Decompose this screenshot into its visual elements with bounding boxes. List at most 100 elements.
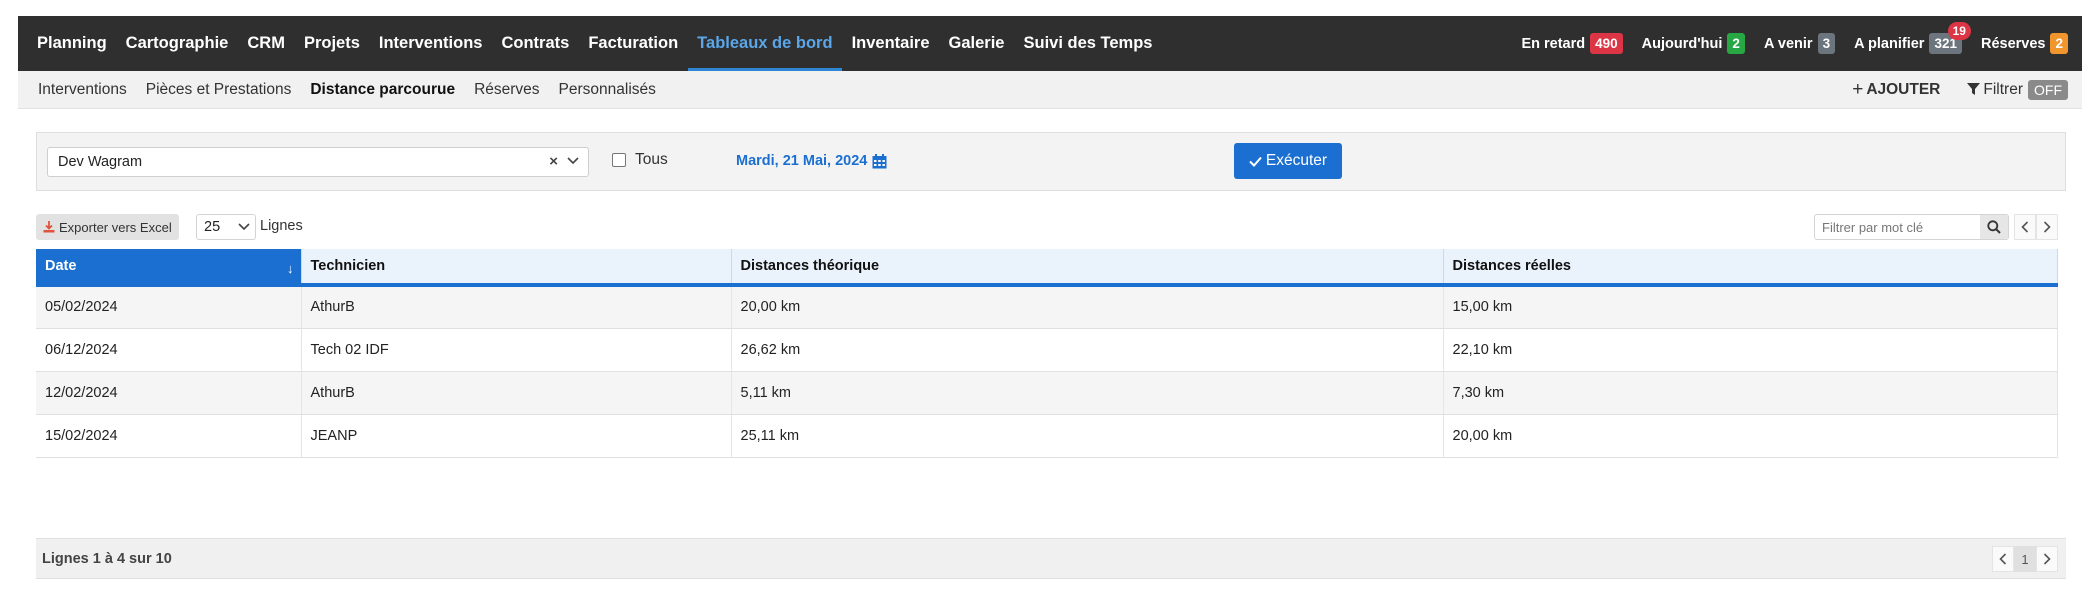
count-badge: 2 <box>1727 33 1745 54</box>
agency-value: Dev Wagram <box>58 154 143 170</box>
page-number-button[interactable]: 1 <box>2014 546 2036 572</box>
prev-page-button[interactable] <box>1992 546 2014 572</box>
nav-item-suivi-des-temps[interactable]: Suivi des Temps <box>1014 16 1162 71</box>
chevron-left-icon <box>1999 553 2007 565</box>
main-navbar: Planning Cartographie CRM Projets Interv… <box>18 16 2082 71</box>
nav-item-inventaire[interactable]: Inventaire <box>842 16 939 71</box>
filter-toggle[interactable]: Filtrer OFF <box>1967 79 2068 100</box>
execute-button[interactable]: Exécuter <box>1234 143 1342 179</box>
subnav-item-distance-parcourue[interactable]: Distance parcourue <box>301 81 465 99</box>
plus-icon: + <box>1852 78 1864 100</box>
cell-technicien: AthurB <box>301 285 732 329</box>
all-checkbox[interactable] <box>612 153 626 167</box>
table-row[interactable]: 05/02/2024 AthurB 20,00 km 15,00 km <box>36 285 2058 329</box>
column-header-date[interactable]: Date ↓ <box>36 249 302 287</box>
nav-item-cartographie[interactable]: Cartographie <box>116 16 238 71</box>
nav-item-tableaux-de-bord[interactable]: Tableaux de bord <box>687 16 843 71</box>
next-page-button[interactable] <box>2036 214 2058 240</box>
cell-distance-theorique: 5,11 km <box>731 371 1444 415</box>
chevron-down-icon <box>567 157 579 165</box>
stat-label: En retard <box>1521 35 1586 52</box>
add-label: AJOUTER <box>1866 80 1941 98</box>
nav-item-contrats[interactable]: Contrats <box>492 16 579 71</box>
nav-item-facturation[interactable]: Facturation <box>579 16 688 71</box>
table-row[interactable]: 06/12/2024 Tech 02 IDF 26,62 km 22,10 km <box>36 328 2058 372</box>
subnav-item-pieces-prestations[interactable]: Pièces et Prestations <box>136 81 301 99</box>
stat-label: Aujourd'hui <box>1641 35 1723 52</box>
cell-distance-reelle: 20,00 km <box>1443 414 2058 458</box>
nav-item-projets[interactable]: Projets <box>294 16 369 71</box>
column-header-technicien[interactable]: Technicien <box>301 249 732 287</box>
stat-a-venir[interactable]: A venir 3 <box>1763 33 1836 54</box>
export-label: Exporter vers Excel <box>59 219 172 235</box>
chevron-right-icon <box>2043 553 2051 565</box>
all-label: Tous <box>635 151 668 168</box>
rows-label: Lignes <box>260 218 303 234</box>
date-picker[interactable]: Mardi, 21 Mai, 2024 <box>736 153 887 169</box>
notification-badge: 19 <box>1947 22 1971 40</box>
cell-distance-theorique: 20,00 km <box>731 285 1444 329</box>
column-header-label: Date <box>45 258 77 274</box>
search-button[interactable] <box>1980 215 2008 239</box>
cell-date: 12/02/2024 <box>36 371 302 415</box>
execute-label: Exécuter <box>1265 152 1328 169</box>
count-badge: 2 <box>2050 33 2068 54</box>
stat-aujourdhui[interactable]: Aujourd'hui 2 <box>1642 33 1745 54</box>
cell-date: 15/02/2024 <box>36 414 302 458</box>
keyword-search <box>1814 214 2009 240</box>
filter-state-badge: OFF <box>2028 79 2068 100</box>
cell-distance-reelle: 15,00 km <box>1443 285 2058 329</box>
column-header-label: Technicien <box>310 258 386 274</box>
status-counters: En retard 490 Aujourd'hui 2 A venir 3 A … <box>1502 16 2082 71</box>
chevron-down-icon <box>238 223 250 231</box>
stat-label: Réserves <box>1980 35 2046 52</box>
export-excel-button[interactable]: Exporter vers Excel <box>36 214 179 240</box>
cell-technicien: Tech 02 IDF <box>301 328 732 372</box>
calendar-icon <box>872 153 887 168</box>
rows-value: 25 <box>204 219 221 235</box>
chevron-left-icon <box>2021 221 2029 233</box>
rows-per-page-select[interactable]: 25 <box>196 214 256 240</box>
check-icon <box>1249 156 1262 167</box>
column-header-distances-theorique[interactable]: Distances théorique <box>731 249 1444 287</box>
filter-label: Filtrer <box>1983 80 2023 98</box>
subnav-item-personnalises[interactable]: Personnalisés <box>549 81 665 99</box>
stat-label: A planifier <box>1854 35 1925 52</box>
nav-item-galerie[interactable]: Galerie <box>939 16 1014 71</box>
sort-desc-icon: ↓ <box>287 261 294 276</box>
subnav-item-interventions[interactable]: Interventions <box>18 81 136 99</box>
nav-item-crm[interactable]: CRM <box>238 16 295 71</box>
cell-technicien: JEANP <box>301 414 732 458</box>
search-icon <box>1987 220 2001 234</box>
table-toolbar: Exporter vers Excel 25 Lignes <box>36 214 2066 240</box>
download-icon <box>43 221 55 233</box>
clear-icon[interactable]: × <box>549 153 558 170</box>
next-page-button[interactable] <box>2036 546 2058 572</box>
table-row[interactable]: 12/02/2024 AthurB 5,11 km 7,30 km <box>36 371 2058 415</box>
stat-label: A venir <box>1763 35 1813 52</box>
add-button[interactable]: + AJOUTER <box>1852 79 1940 101</box>
table-header-row: Date ↓ Technicien Distances théorique Di… <box>36 249 2058 287</box>
search-input[interactable] <box>1815 215 1980 239</box>
cell-technicien: AthurB <box>301 371 732 415</box>
column-header-label: Distances théorique <box>740 258 880 274</box>
bottom-pager: 1 <box>1992 546 2058 572</box>
cell-distance-theorique: 25,11 km <box>731 414 1444 458</box>
nav-item-planning[interactable]: Planning <box>18 16 116 71</box>
date-label: Mardi, 21 Mai, 2024 <box>736 153 868 169</box>
stat-reserves[interactable]: Réserves 2 <box>1981 33 2068 54</box>
top-pager <box>2014 214 2058 240</box>
nav-item-interventions[interactable]: Interventions <box>369 16 492 71</box>
stat-en-retard[interactable]: En retard 490 <box>1521 33 1623 54</box>
cell-distance-theorique: 26,62 km <box>731 328 1444 372</box>
prev-page-button[interactable] <box>2014 214 2036 240</box>
cell-date: 06/12/2024 <box>36 328 302 372</box>
table-row[interactable]: 15/02/2024 JEANP 25,11 km 20,00 km <box>36 414 2058 458</box>
distance-table: Date ↓ Technicien Distances théorique Di… <box>36 249 2058 458</box>
count-badge: 490 <box>1590 33 1623 54</box>
column-header-distances-reelles[interactable]: Distances réelles <box>1443 249 2058 287</box>
subnav-item-reserves[interactable]: Réserves <box>465 81 549 99</box>
agency-select[interactable]: Dev Wagram × <box>47 147 589 177</box>
filter-panel: Dev Wagram × Tous Mardi, 21 Mai, 2024 Ex… <box>36 132 2066 191</box>
stat-a-planifier[interactable]: A planifier 321 19 <box>1854 22 1971 54</box>
